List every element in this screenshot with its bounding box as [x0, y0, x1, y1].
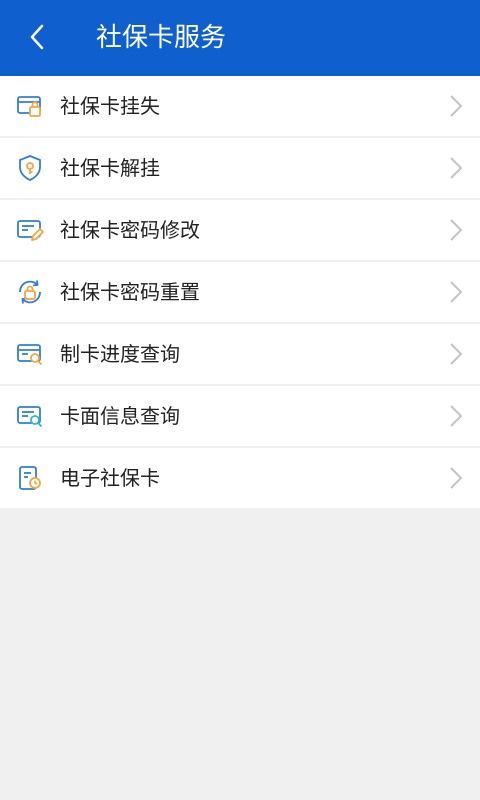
chevron-right-icon	[448, 404, 464, 428]
card-edit-icon	[16, 216, 44, 244]
menu-item-label: 社保卡解挂	[60, 156, 160, 180]
menu-item-label: 卡面信息查询	[60, 404, 180, 428]
card-info-search-icon	[16, 402, 44, 430]
menu-item-label: 制卡进度查询	[60, 342, 180, 366]
chevron-right-icon	[448, 466, 464, 490]
back-button[interactable]	[22, 22, 52, 52]
menu-item-report-loss[interactable]: 社保卡挂失	[0, 76, 480, 136]
chevron-right-icon	[448, 280, 464, 304]
menu-item-label: 社保卡挂失	[60, 94, 160, 118]
chevron-left-icon	[30, 24, 44, 50]
card-search-icon	[16, 340, 44, 368]
menu-item-e-card[interactable]: 电子社保卡	[0, 448, 480, 508]
menu-item-card-info[interactable]: 卡面信息查询	[0, 386, 480, 446]
menu-item-card-progress[interactable]: 制卡进度查询	[0, 324, 480, 384]
page-title: 社保卡服务	[96, 23, 227, 53]
menu-item-label: 电子社保卡	[60, 466, 160, 490]
menu-item-reset-password[interactable]: 社保卡密码重置	[0, 262, 480, 322]
menu-item-change-password[interactable]: 社保卡密码修改	[0, 200, 480, 260]
menu-item-label: 社保卡密码修改	[60, 218, 200, 242]
shield-key-icon	[16, 154, 44, 182]
menu-item-label: 社保卡密码重置	[60, 280, 200, 304]
e-card-clock-icon	[16, 464, 44, 492]
card-lock-icon	[16, 92, 44, 120]
lock-refresh-icon	[16, 278, 44, 306]
app-header: 社保卡服务	[0, 0, 480, 76]
service-menu-list: 社保卡挂失 社保卡解挂 社保卡密码修改 社保卡密码重置 制卡进度查询 卡面信息查…	[0, 76, 480, 510]
menu-item-unfreeze[interactable]: 社保卡解挂	[0, 138, 480, 198]
chevron-right-icon	[448, 156, 464, 180]
chevron-right-icon	[448, 218, 464, 242]
chevron-right-icon	[448, 94, 464, 118]
chevron-right-icon	[448, 342, 464, 366]
